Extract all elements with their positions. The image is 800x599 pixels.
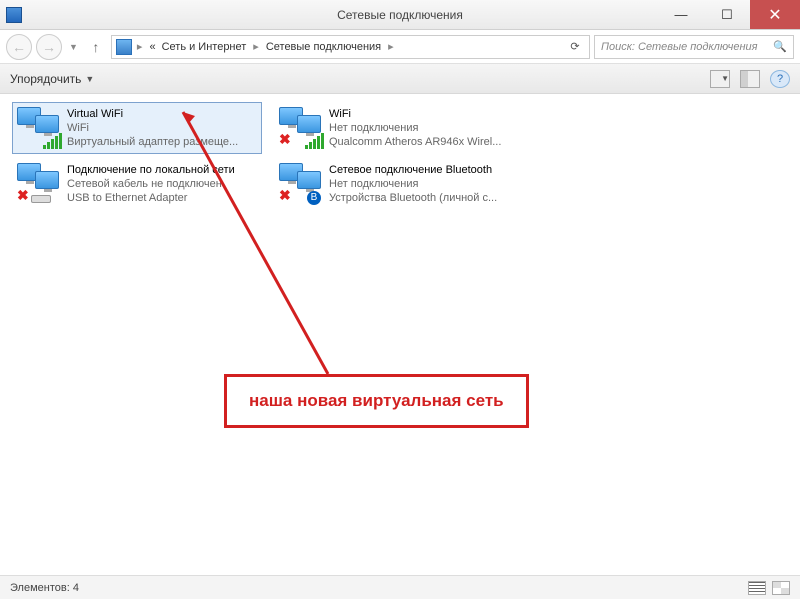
- connection-device: Виртуальный адаптер размеще...: [67, 135, 238, 149]
- icons-view-icon[interactable]: [772, 581, 790, 595]
- navbar: ← → ▼ ↑ ▸ « Сеть и Интернет ▸ Сетевые по…: [0, 30, 800, 64]
- disabled-x-icon: ✖: [17, 189, 31, 203]
- chevron-right-icon: ▸: [250, 40, 262, 53]
- annotation-text: наша новая виртуальная сеть: [249, 391, 504, 410]
- connection-info: Virtual WiFiWiFiВиртуальный адаптер разм…: [67, 107, 238, 149]
- maximize-button[interactable]: ☐: [704, 0, 750, 29]
- content-area: Virtual WiFiWiFiВиртуальный адаптер разм…: [0, 94, 800, 574]
- ethernet-plug-icon: [31, 195, 51, 203]
- breadcrumb-seg-1[interactable]: Сеть и Интернет: [160, 41, 249, 53]
- connection-icon: ✖: [279, 107, 323, 147]
- connection-name: Подключение по локальной сети: [67, 163, 235, 177]
- connection-info: Сетевое подключение BluetoothНет подключ…: [329, 163, 497, 205]
- address-icon: [116, 39, 132, 55]
- connection-device: Устройства Bluetooth (личной с...: [329, 191, 497, 205]
- search-placeholder: Поиск: Сетевые подключения: [601, 41, 758, 53]
- disabled-x-icon: ✖: [279, 133, 293, 147]
- window-icon: [6, 7, 22, 23]
- bluetooth-icon: B: [307, 191, 321, 205]
- nav-up-button[interactable]: ↑: [85, 36, 107, 58]
- connection-name: WiFi: [329, 107, 501, 121]
- connection-icon: ✖B: [279, 163, 323, 203]
- connection-info: Подключение по локальной сетиСетевой каб…: [67, 163, 235, 205]
- minimize-button[interactable]: —: [658, 0, 704, 29]
- chevron-down-icon: ▼: [85, 74, 94, 84]
- close-button[interactable]: ✕: [750, 0, 800, 29]
- connection-item[interactable]: Virtual WiFiWiFiВиртуальный адаптер разм…: [12, 102, 262, 154]
- window-controls: — ☐ ✕: [658, 0, 800, 29]
- refresh-icon[interactable]: ⟳: [565, 40, 585, 53]
- details-view-icon[interactable]: [748, 581, 766, 595]
- annotation-callout: наша новая виртуальная сеть: [224, 374, 529, 428]
- connection-name: Virtual WiFi: [67, 107, 238, 121]
- breadcrumb-seg-2[interactable]: Сетевые подключения: [264, 41, 383, 53]
- search-input[interactable]: Поиск: Сетевые подключения 🔍: [594, 35, 794, 59]
- wifi-signal-icon: [305, 133, 324, 149]
- connection-item[interactable]: ✖ Подключение по локальной сетиСетевой ка…: [12, 158, 262, 210]
- organize-button[interactable]: Упорядочить ▼: [10, 72, 94, 86]
- connection-status: Нет подключения: [329, 121, 501, 135]
- wifi-signal-icon: [43, 133, 62, 149]
- breadcrumb-prefix: «: [147, 41, 157, 53]
- connection-device: USB to Ethernet Adapter: [67, 191, 235, 205]
- organize-label: Упорядочить: [10, 72, 81, 86]
- status-bar: Элементов: 4: [0, 575, 800, 599]
- connection-device: Qualcomm Atheros AR946x Wirel...: [329, 135, 501, 149]
- help-icon[interactable]: ?: [770, 70, 790, 88]
- nav-forward-button[interactable]: →: [36, 34, 62, 60]
- disabled-x-icon: ✖: [279, 189, 293, 203]
- toolbar: Упорядочить ▼ ▼ ?: [0, 64, 800, 94]
- chevron-right-icon: ▸: [134, 40, 146, 53]
- connection-name: Сетевое подключение Bluetooth: [329, 163, 497, 177]
- view-switcher: [748, 581, 790, 595]
- connection-icon: [17, 107, 61, 147]
- connection-status: Нет подключения: [329, 177, 497, 191]
- nav-history-dropdown-icon[interactable]: ▼: [66, 42, 81, 52]
- titlebar: Сетевые подключения — ☐ ✕: [0, 0, 800, 30]
- window-title: Сетевые подключения: [337, 8, 463, 22]
- toolbar-right: ▼ ?: [710, 70, 790, 88]
- address-bar[interactable]: ▸ « Сеть и Интернет ▸ Сетевые подключени…: [111, 35, 590, 59]
- connection-item[interactable]: ✖ WiFiНет подключенияQualcomm Atheros AR9…: [274, 102, 524, 154]
- search-icon: 🔍: [773, 40, 787, 53]
- connection-item[interactable]: ✖BСетевое подключение BluetoothНет подкл…: [274, 158, 524, 210]
- connection-info: WiFiНет подключенияQualcomm Atheros AR94…: [329, 107, 501, 149]
- preview-pane-icon[interactable]: [740, 70, 760, 88]
- view-options-icon[interactable]: ▼: [710, 70, 730, 88]
- status-count: Элементов: 4: [10, 582, 79, 594]
- connection-status: WiFi: [67, 121, 238, 135]
- connections-grid: Virtual WiFiWiFiВиртуальный адаптер разм…: [12, 102, 788, 210]
- connection-icon: ✖: [17, 163, 61, 203]
- nav-back-button[interactable]: ←: [6, 34, 32, 60]
- chevron-right-icon: ▸: [385, 40, 397, 53]
- connection-status: Сетевой кабель не подключен: [67, 177, 235, 191]
